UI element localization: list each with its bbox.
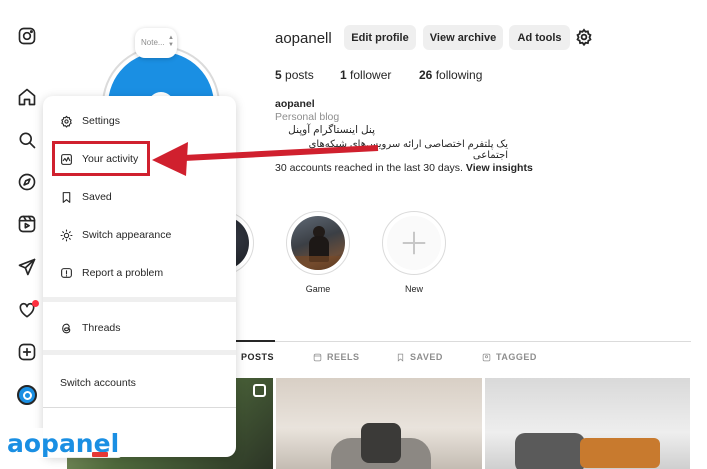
profile-name: aopanel xyxy=(275,98,315,110)
view-insights-link[interactable]: View insights xyxy=(466,162,533,174)
menu-separator xyxy=(43,297,236,302)
bookmark-icon xyxy=(62,191,71,203)
threads-icon xyxy=(62,323,71,333)
note-stepper-icon: ▲ ▼ xyxy=(168,35,174,48)
profile-category: Personal blog xyxy=(275,111,340,123)
create-plus-icon[interactable] xyxy=(15,340,39,364)
reel-badge-icon xyxy=(253,384,266,397)
post-thumbnail-3[interactable] xyxy=(485,378,690,469)
notifications-heart-icon[interactable] xyxy=(15,298,39,322)
report-icon xyxy=(61,267,72,278)
following-stat[interactable]: 26 following xyxy=(419,68,482,82)
reels-icon[interactable] xyxy=(15,212,39,236)
menu-divider xyxy=(43,407,236,408)
ad-tools-button[interactable]: Ad tools xyxy=(509,25,570,50)
plus-icon xyxy=(402,231,426,255)
reels-tab-icon xyxy=(313,353,322,361)
explore-compass-icon[interactable] xyxy=(15,170,39,194)
followers-stat[interactable]: 1 follower xyxy=(340,68,391,82)
tagged-tab-icon xyxy=(482,353,491,361)
profile-username: aopanell xyxy=(275,30,332,47)
highlight-game-label: Game xyxy=(305,284,331,294)
messages-send-icon[interactable] xyxy=(15,255,39,279)
menu-item-switch-appearance[interactable]: Switch appearance xyxy=(51,219,228,251)
view-archive-button[interactable]: View archive xyxy=(423,25,503,50)
menu-separator xyxy=(43,350,236,355)
bookmark-tab-icon xyxy=(397,353,404,362)
profile-avatar-icon[interactable] xyxy=(15,383,39,407)
sun-icon xyxy=(60,229,73,241)
note-placeholder: Note... xyxy=(141,38,165,47)
home-icon[interactable] xyxy=(15,85,39,109)
menu-item-saved[interactable]: Saved xyxy=(51,181,228,213)
menu-item-report-problem[interactable]: Report a problem xyxy=(51,257,228,289)
note-bubble[interactable]: Note... ▲ ▼ xyxy=(135,28,177,58)
tab-tagged[interactable]: TAGGED xyxy=(482,352,537,362)
new-highlight-button[interactable] xyxy=(382,211,446,275)
aopanel-watermark-logo: aopanel xyxy=(4,428,123,458)
notification-dot xyxy=(32,300,39,307)
tab-reels[interactable]: REELS xyxy=(313,352,360,362)
menu-item-threads[interactable]: Threads xyxy=(51,312,228,344)
highlight-game[interactable] xyxy=(286,211,350,275)
tab-posts[interactable]: POSTS xyxy=(241,352,274,362)
tab-saved[interactable]: SAVED xyxy=(396,352,443,362)
instagram-logo-icon[interactable] xyxy=(15,24,39,48)
search-icon[interactable] xyxy=(15,128,39,152)
screenshot: Note... ▲ ▼ aopanell Edit profile View ar… xyxy=(0,0,707,469)
post-thumbnail-2[interactable] xyxy=(276,378,482,469)
edit-profile-button[interactable]: Edit profile xyxy=(344,25,416,50)
menu-item-switch-accounts[interactable]: Switch accounts xyxy=(51,367,228,399)
settings-gear-icon[interactable] xyxy=(575,28,593,47)
annotation-arrow xyxy=(152,142,379,176)
posts-stat: 5 posts xyxy=(275,68,314,82)
annotation-highlight-box xyxy=(52,141,150,176)
settings-gear-icon xyxy=(61,115,72,128)
highlight-new-label: New xyxy=(404,284,423,294)
